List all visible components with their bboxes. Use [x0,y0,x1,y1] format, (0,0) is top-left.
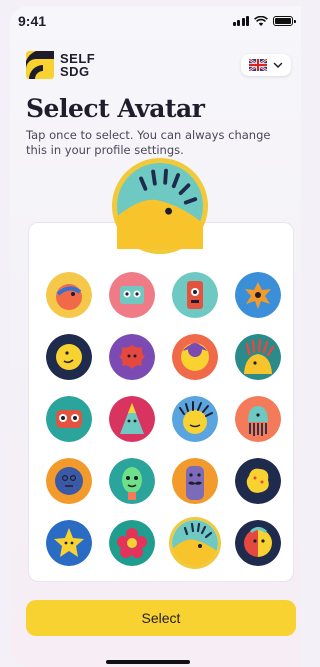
avatar-red-yellow-cone[interactable] [109,396,155,442]
page-title: Select Avatar [26,94,205,123]
avatar-orange-purple-moon[interactable] [172,334,218,380]
avatar-blue-star[interactable] [46,520,92,566]
avatar-blue-orange-flower[interactable] [235,272,281,318]
header: SELF SDG [26,48,293,82]
brand-line2: SDG [60,64,90,79]
avatar-navy-moon-face[interactable] [46,334,92,380]
chevron-down-icon [273,62,283,69]
avatar-blue-hedgehog[interactable] [172,396,218,442]
avatar-red-robot[interactable] [172,272,218,318]
home-indicator [106,660,190,664]
uk-flag-icon [249,59,267,71]
brand-name: SELF SDG [60,52,95,78]
avatar-grid [46,272,292,566]
select-button[interactable]: Select [26,600,296,636]
selected-avatar-preview [112,158,208,254]
avatar-pink-box-eyes[interactable] [109,272,155,318]
avatar-teal-alien[interactable] [109,458,155,504]
avatar-purple-mustache[interactable] [172,458,218,504]
avatar-teal-spiky-head[interactable] [235,334,281,380]
avatar-orange-blue-face[interactable] [46,458,92,504]
avatar-orange-jellyfish[interactable] [235,396,281,442]
avatar-teal-red-flower[interactable] [109,520,155,566]
avatar-navy-yellow-blob[interactable] [235,458,281,504]
language-selector[interactable] [241,54,291,76]
wifi-icon [254,16,268,26]
avatar-yellow-bird[interactable] [46,272,92,318]
brand-logo-icon [26,51,54,79]
status-time: 9:41 [18,13,47,29]
avatar-teal-owl-face[interactable] [46,396,92,442]
battery-icon [273,16,296,26]
sun-bird-avatar-icon [117,163,203,249]
avatar-yellow-sun-bird[interactable] [172,520,218,566]
system-icons [232,16,296,26]
signal-icon [232,16,249,26]
status-bar: 9:41 [18,12,296,30]
avatar-purple-red-splat[interactable] [109,334,155,380]
avatar-navy-split-face[interactable] [235,520,281,566]
page-subtitle: Tap once to select. You can always chang… [26,128,271,157]
brand: SELF SDG [26,51,95,79]
